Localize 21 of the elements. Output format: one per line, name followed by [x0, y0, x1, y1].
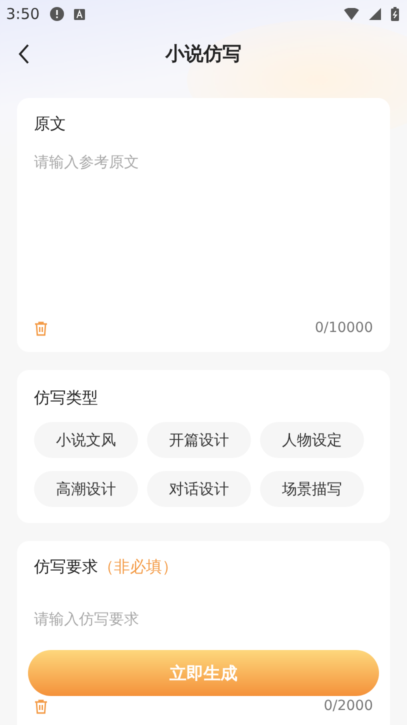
- optional-note: （非必填）: [98, 557, 178, 578]
- battery-icon: [391, 7, 399, 21]
- trash-icon[interactable]: [34, 320, 48, 336]
- type-chip[interactable]: 小说文风: [34, 422, 138, 458]
- char-counter: 0/2000: [324, 698, 373, 714]
- status-time: 3:50: [6, 5, 40, 23]
- section-label: 仿写要求: [34, 557, 98, 578]
- alert-icon: [50, 7, 64, 21]
- type-chip[interactable]: 开篇设计: [147, 422, 251, 458]
- type-chip[interactable]: 人物设定: [260, 422, 364, 458]
- section-label: 仿写类型: [34, 388, 99, 409]
- wifi-icon: [344, 8, 359, 20]
- char-counter: 0/10000: [314, 320, 373, 336]
- trash-icon[interactable]: [34, 698, 48, 714]
- source-field[interactable]: 原文 请输入参考原文 0/10000: [17, 98, 390, 352]
- type-chip[interactable]: 高潮设计: [34, 471, 138, 507]
- page-title: 小说仿写: [166, 42, 242, 67]
- keyboard-icon: [74, 8, 85, 20]
- type-chip[interactable]: 场景描写: [260, 471, 364, 507]
- type-chip[interactable]: 对话设计: [147, 471, 251, 507]
- section-label: 原文: [34, 114, 67, 135]
